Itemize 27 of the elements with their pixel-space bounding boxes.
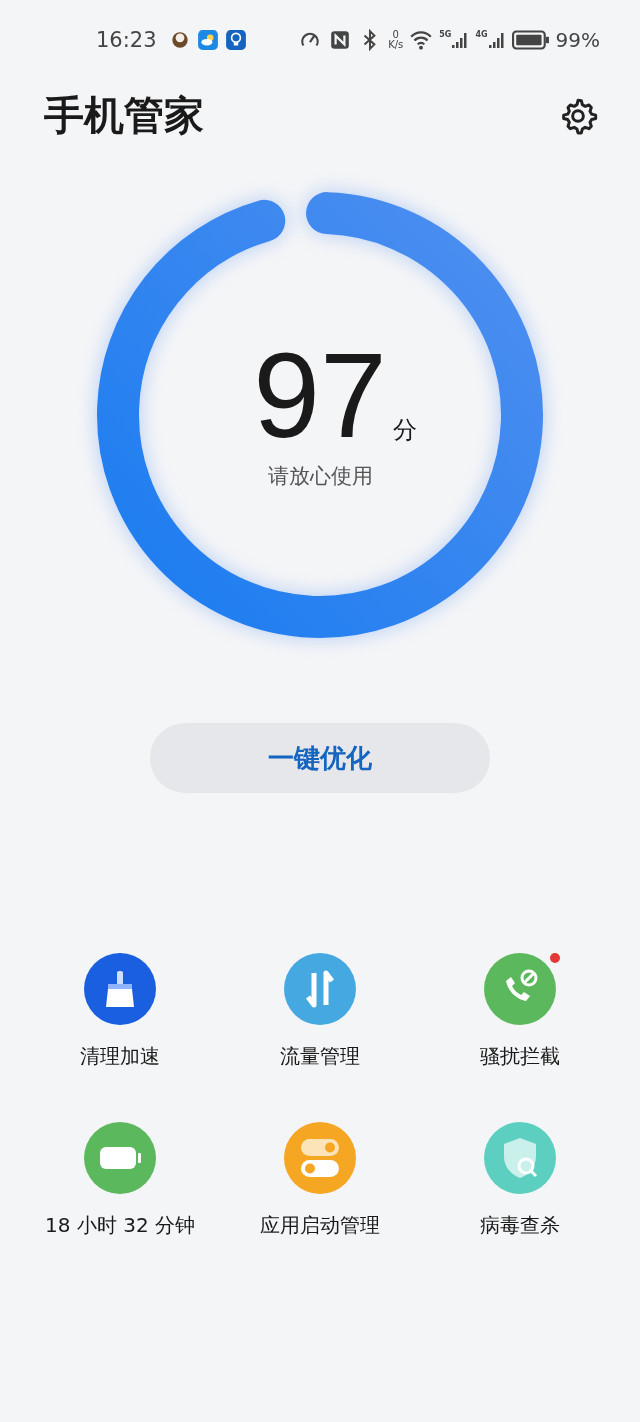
net-speed-unit: K/s	[388, 40, 404, 50]
signal-icon	[487, 30, 506, 50]
tool-label[interactable]: 骚扰拦截	[480, 1043, 560, 1070]
net-speed-value: 0	[392, 30, 399, 40]
tool-label[interactable]: 清理加速	[80, 1043, 160, 1070]
tool-label[interactable]: 流量管理	[280, 1043, 360, 1070]
score-unit: 分	[392, 415, 417, 446]
page-title: 手机管家	[44, 91, 204, 140]
network-type: 4G	[475, 30, 488, 39]
tool-label[interactable]: 病毒查杀	[480, 1212, 560, 1239]
tool-label[interactable]: 应用启动管理	[260, 1212, 380, 1239]
tool-label[interactable]: 18 小时 32 分钟	[45, 1212, 195, 1239]
tool-icon[interactable]	[484, 953, 556, 1025]
status-time: 16:23	[96, 28, 157, 52]
score-caption: 请放心使用	[267, 463, 373, 490]
tool-icon[interactable]	[84, 1122, 156, 1194]
score-value: 97	[253, 340, 387, 450]
wifi-icon	[409, 29, 434, 51]
tool-icon[interactable]	[84, 953, 156, 1025]
weather-app-icon	[196, 29, 219, 51]
battery-percent: 99%	[555, 28, 600, 52]
network-type: 5G	[439, 30, 452, 39]
lightbulb-app-icon	[224, 29, 247, 51]
tool-icon[interactable]	[284, 953, 356, 1025]
optimize-button[interactable]: 一键优化	[150, 723, 490, 793]
battery-icon	[511, 30, 550, 50]
signal-icon	[451, 30, 470, 50]
